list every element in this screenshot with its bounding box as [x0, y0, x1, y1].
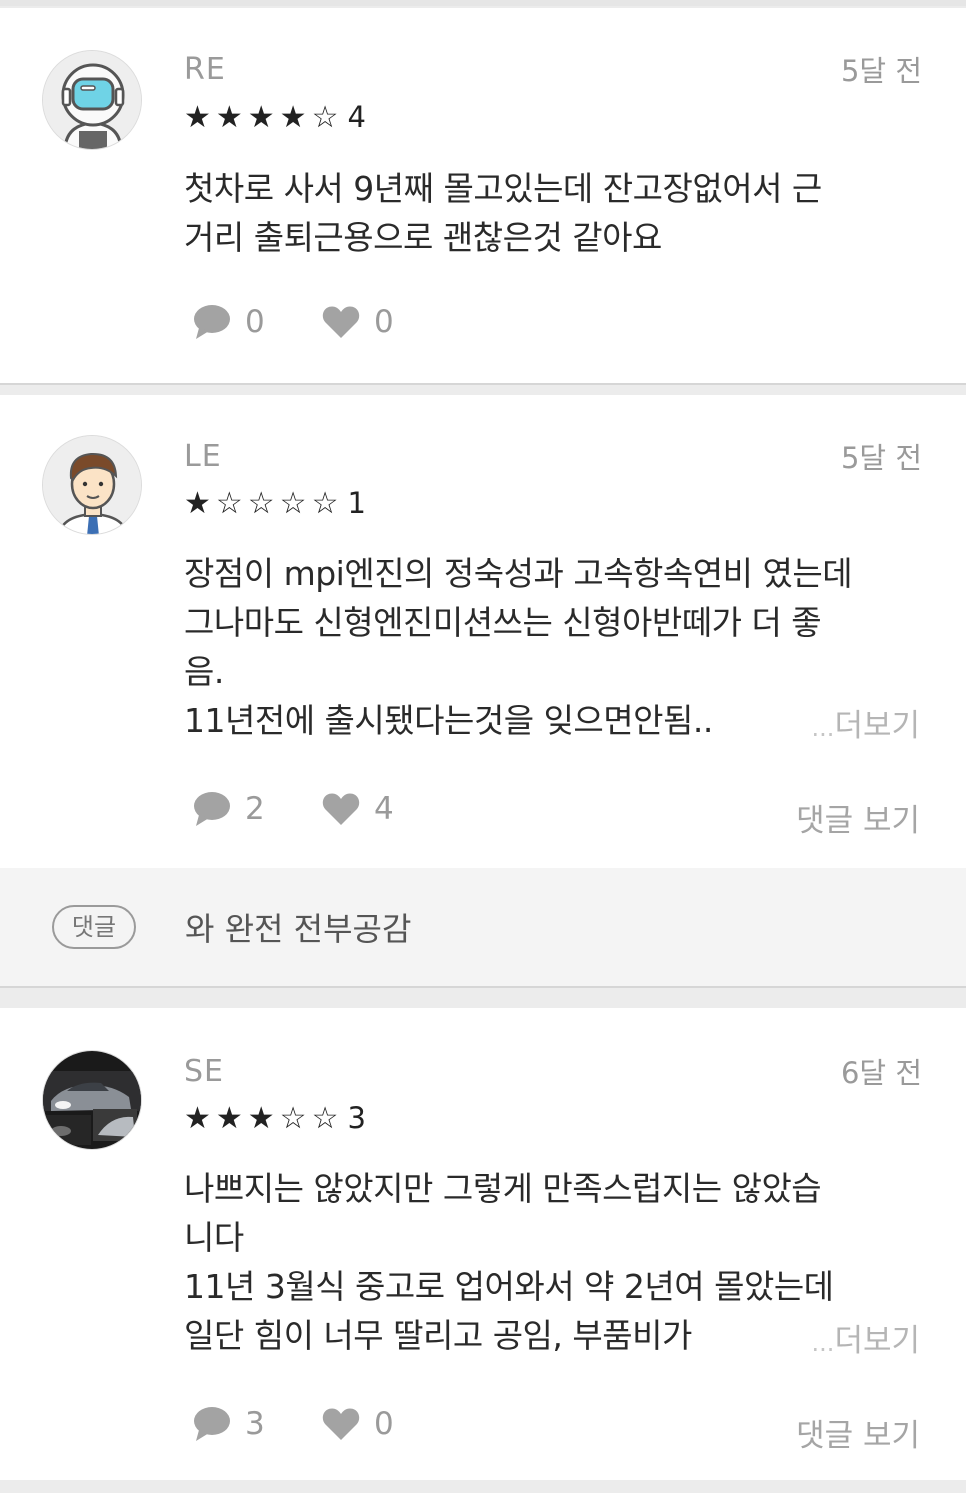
star-rating: ★★★☆☆ 3 — [184, 1101, 366, 1136]
like-count: 0 — [374, 304, 394, 340]
stars-glyphs: ★★★★☆ — [184, 100, 344, 135]
comment-count-button[interactable]: 3 — [193, 1406, 265, 1442]
ellipsis: ... — [811, 714, 835, 742]
username[interactable]: RE — [184, 52, 226, 87]
heart-icon — [322, 1408, 360, 1440]
review-card: SE 6달 전 ★★★☆☆ 3 나쁘지는 않았지만 그렇게 만족스럽지는 않았습 … — [0, 1008, 966, 1480]
like-button[interactable]: 0 — [322, 1406, 394, 1442]
card-divider — [0, 986, 966, 988]
view-replies-link[interactable]: 댓글 보기 — [796, 795, 920, 840]
star-rating: ★☆☆☆☆ 1 — [184, 486, 366, 521]
like-count: 0 — [374, 1406, 394, 1442]
speech-bubble-icon — [194, 305, 230, 339]
read-more-link[interactable]: ...더보기 — [801, 700, 920, 745]
review-card: LE 5달 전 ★☆☆☆☆ 1 장점이 mpi엔진의 정숙성과 고속항속연비 였는… — [0, 395, 966, 868]
speech-bubble-icon — [194, 1407, 230, 1441]
astronaut-avatar[interactable] — [42, 50, 142, 150]
astronaut-icon — [43, 51, 141, 149]
heart-icon — [322, 306, 360, 338]
read-more-link[interactable]: ...더보기 — [801, 1315, 920, 1360]
rating-number: 1 — [347, 486, 366, 520]
star-rating: ★★★★☆ 4 — [184, 100, 366, 135]
comment-count-button[interactable]: 2 — [193, 791, 265, 827]
businessman-avatar[interactable] — [42, 435, 142, 535]
stars-glyphs: ★☆☆☆☆ — [184, 486, 344, 521]
timestamp: 5달 전 — [840, 54, 922, 88]
businessman-icon — [43, 436, 141, 534]
like-button[interactable]: 4 — [322, 791, 394, 827]
timestamp: 5달 전 — [840, 441, 922, 475]
like-count: 4 — [374, 791, 394, 827]
car-photo-avatar[interactable] — [42, 1050, 142, 1150]
ellipsis: ... — [811, 1329, 835, 1357]
stars-glyphs: ★★★☆☆ — [184, 1101, 344, 1136]
comment-count: 3 — [245, 1406, 265, 1442]
comment-count-button[interactable]: 0 — [193, 304, 265, 340]
review-card: RE 5달 전 ★★★★☆ 4 첫차로 사서 9년째 몰고있는데 잔고장없어서 근… — [0, 8, 966, 383]
read-more-label: 더보기 — [834, 1323, 920, 1359]
username[interactable]: SE — [184, 1054, 224, 1089]
heart-icon — [322, 793, 360, 825]
timestamp: 6달 전 — [840, 1056, 922, 1090]
reply-preview[interactable]: 댓글 와 완전 전부공감 — [0, 868, 966, 986]
car-photo-icon — [43, 1051, 141, 1149]
like-button[interactable]: 0 — [322, 304, 394, 340]
top-divider — [0, 0, 966, 6]
card-divider — [0, 383, 966, 385]
comment-count: 2 — [245, 791, 265, 827]
comment-count: 0 — [245, 304, 265, 340]
reply-badge: 댓글 — [52, 905, 136, 949]
reply-text: 와 완전 전부공감 — [185, 910, 412, 948]
review-text: 첫차로 사서 9년째 몰고있는데 잔고장없어서 근 거리 출퇴근용으로 괜찮은것… — [184, 169, 822, 257]
rating-number: 3 — [347, 1101, 366, 1135]
rating-number: 4 — [347, 100, 366, 134]
username[interactable]: LE — [184, 439, 222, 474]
view-replies-link[interactable]: 댓글 보기 — [796, 1410, 920, 1455]
speech-bubble-icon — [194, 792, 230, 826]
read-more-label: 더보기 — [834, 708, 920, 744]
